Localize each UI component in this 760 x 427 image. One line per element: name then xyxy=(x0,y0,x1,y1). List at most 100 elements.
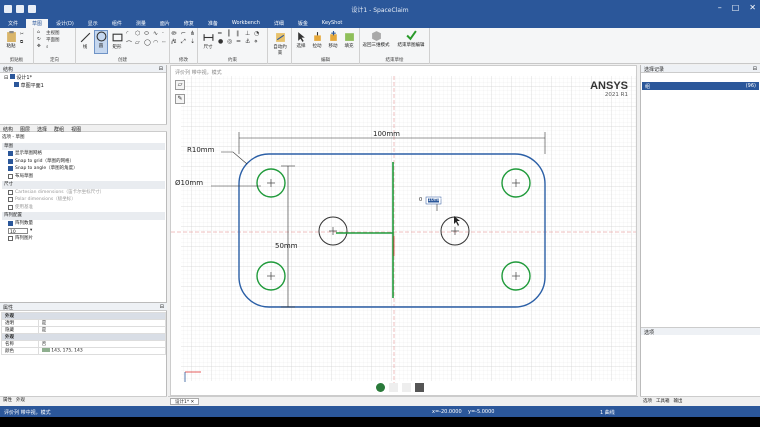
menu-keyshot[interactable]: KeyShot xyxy=(316,19,348,28)
tab-appearance[interactable]: 外观 xyxy=(16,397,25,403)
sketch-mode-icon[interactable] xyxy=(402,383,411,392)
option-cartesian[interactable]: Cartesian dimensions（笛卡尔坐标尺寸） xyxy=(2,189,165,197)
paste-button[interactable]: 粘贴 xyxy=(3,31,19,49)
option-array-value[interactable]: 10 ▾ xyxy=(2,227,165,235)
three-point-circle-icon[interactable]: ◯ xyxy=(144,39,152,48)
tab-layers[interactable]: 图层 xyxy=(17,125,33,133)
table-row[interactable]: 隐藏是 xyxy=(1,326,167,334)
dimension-input-value[interactable]: 10mm xyxy=(428,198,443,203)
menu-design[interactable]: 设计(D) xyxy=(50,19,80,28)
tree-item-design[interactable]: ⊟ 设计1* xyxy=(4,74,162,82)
horizontal-constraint-icon[interactable]: ━ xyxy=(218,30,226,37)
checkbox[interactable] xyxy=(8,189,13,195)
dropdown-icon[interactable]: ▾ xyxy=(30,227,32,235)
checkbox[interactable] xyxy=(8,197,13,203)
coincident-icon[interactable]: ● xyxy=(218,38,226,45)
option-array-image[interactable]: 阵列图片 xyxy=(2,235,165,243)
equal-icon[interactable]: = xyxy=(236,38,244,45)
menu-measure[interactable]: 测量 xyxy=(130,19,152,28)
scale-icon[interactable]: ⤢ xyxy=(181,38,189,46)
menu-sheetmetal[interactable]: 钣金 xyxy=(292,19,314,28)
sweep-arc-icon[interactable]: ◠ xyxy=(153,39,161,48)
finish-sketch-button[interactable]: 结束草图编辑 xyxy=(394,30,428,48)
section-icon[interactable] xyxy=(389,383,398,392)
option-array-count[interactable]: 阵列数量 xyxy=(2,220,165,228)
width-dimension-label[interactable]: 100mm xyxy=(373,130,400,138)
fill-button[interactable]: 填充 xyxy=(342,31,356,49)
move-button[interactable]: 移动 xyxy=(326,31,340,49)
menu-prepare[interactable]: 准备 xyxy=(202,19,224,28)
tab-properties[interactable]: 属性 xyxy=(3,397,12,403)
parallel-icon[interactable]: ∥ xyxy=(236,30,244,37)
arc-icon[interactable]: ◜ xyxy=(126,30,134,38)
split-icon[interactable]: ⋔ xyxy=(190,30,198,37)
home-view-icon[interactable]: ⌂ xyxy=(37,30,40,35)
circle-button[interactable]: 圆 xyxy=(94,30,108,54)
sketch-canvas[interactable]: 评价列 带中视，模式 ▱ ✎ ANSYS 2021 R1 100mm R10mm… xyxy=(170,65,637,396)
tangent-arc-icon[interactable]: ⌒ xyxy=(126,39,134,48)
midpoint-icon[interactable]: ⋄ xyxy=(254,38,262,45)
option-datum[interactable]: 使用基准 xyxy=(2,204,165,212)
tree-item-sketch-plane[interactable]: 草图平面1 xyxy=(4,82,162,90)
mode-sphere-icon[interactable] xyxy=(376,383,385,392)
array-count-field[interactable]: 10 xyxy=(8,227,28,235)
sketch-plane-icon[interactable]: ▱ xyxy=(175,80,185,90)
checkbox[interactable] xyxy=(8,166,13,172)
tab-selection[interactable]: 选择 xyxy=(34,125,50,133)
prop-value[interactable]: 143, 175, 143 xyxy=(37,347,167,355)
checkbox[interactable] xyxy=(8,204,13,210)
height-dimension-label[interactable]: 50mm xyxy=(275,242,298,250)
expand-icon[interactable]: ⊟ xyxy=(4,75,8,81)
fix-icon[interactable]: ⚓ xyxy=(245,38,253,45)
line-button[interactable]: 线 xyxy=(79,32,91,50)
tab-design1[interactable]: 设计1* ✕ xyxy=(170,398,200,405)
perpendicular-icon[interactable]: ⊥ xyxy=(245,30,253,37)
panel-pin-icon[interactable]: ⊟ xyxy=(159,66,163,72)
point-icon[interactable]: · xyxy=(162,30,170,38)
tab-views[interactable]: 视图 xyxy=(68,125,84,133)
menu-sketch[interactable]: 草图 xyxy=(26,19,49,28)
select-button[interactable]: 选择 xyxy=(294,31,308,49)
option-grid-display[interactable]: 显示草图网格 xyxy=(2,150,165,158)
menu-repair[interactable]: 修复 xyxy=(178,19,200,28)
trim-icon[interactable]: ✂ xyxy=(172,30,180,37)
option-layout-sketch[interactable]: 布局草图 xyxy=(2,173,165,181)
checkbox[interactable] xyxy=(8,151,13,157)
tab-toolbox[interactable]: 工具箱 xyxy=(656,398,670,404)
menu-file[interactable]: 文件 xyxy=(2,19,24,28)
rotate-icon[interactable]: ↻ xyxy=(37,37,41,42)
sketch-drawing[interactable] xyxy=(171,66,637,396)
pencil-icon[interactable]: ✎ xyxy=(175,94,185,104)
ellipse-icon[interactable]: ⬭ xyxy=(144,30,152,38)
table-row[interactable]: 颜色 143, 175, 143 xyxy=(1,347,167,355)
menu-assembly[interactable]: 组件 xyxy=(106,19,128,28)
visibility-checkbox[interactable] xyxy=(9,74,15,79)
table-row[interactable]: 名称否 xyxy=(1,340,167,348)
copy-icon[interactable]: ⧉ xyxy=(20,39,23,45)
tangent-icon[interactable]: ◔ xyxy=(254,30,262,37)
option-snap-angle[interactable]: Snap to angle（草图的角度） xyxy=(2,165,165,173)
menu-display[interactable]: 显示 xyxy=(82,19,104,28)
rect-button[interactable]: 矩形 xyxy=(111,32,123,50)
checkbox[interactable] xyxy=(8,220,13,226)
three-point-rect-icon[interactable]: ▱ xyxy=(135,39,143,48)
tab-output[interactable]: 输出 xyxy=(674,398,683,404)
orient-plan-button[interactable]: 平面图 xyxy=(46,37,60,43)
prop-value[interactable]: 是 xyxy=(37,326,167,334)
corner-icon[interactable]: ⌐ xyxy=(181,30,189,37)
diameter-dimension-label[interactable]: Ø10mm xyxy=(175,179,203,187)
spline-icon[interactable]: ∿ xyxy=(153,30,161,38)
prop-value[interactable]: 是 xyxy=(37,319,167,327)
checkbox[interactable] xyxy=(8,158,13,164)
radius-dimension-label[interactable]: R10mm xyxy=(187,146,214,154)
panel-pin-icon[interactable]: ⊟ xyxy=(753,66,757,72)
close-icon[interactable]: ✕ xyxy=(749,3,756,12)
table-row[interactable]: 透明是 xyxy=(1,319,167,327)
prop-value[interactable]: 否 xyxy=(37,340,167,348)
menu-facets[interactable]: 面片 xyxy=(154,19,176,28)
minimize-icon[interactable]: – xyxy=(718,3,722,12)
option-polar[interactable]: Polar dimensions（极坐标） xyxy=(2,196,165,204)
visibility-checkbox[interactable] xyxy=(14,82,19,87)
checkbox[interactable] xyxy=(8,173,13,179)
polygon-icon[interactable]: ⬡ xyxy=(135,30,143,38)
